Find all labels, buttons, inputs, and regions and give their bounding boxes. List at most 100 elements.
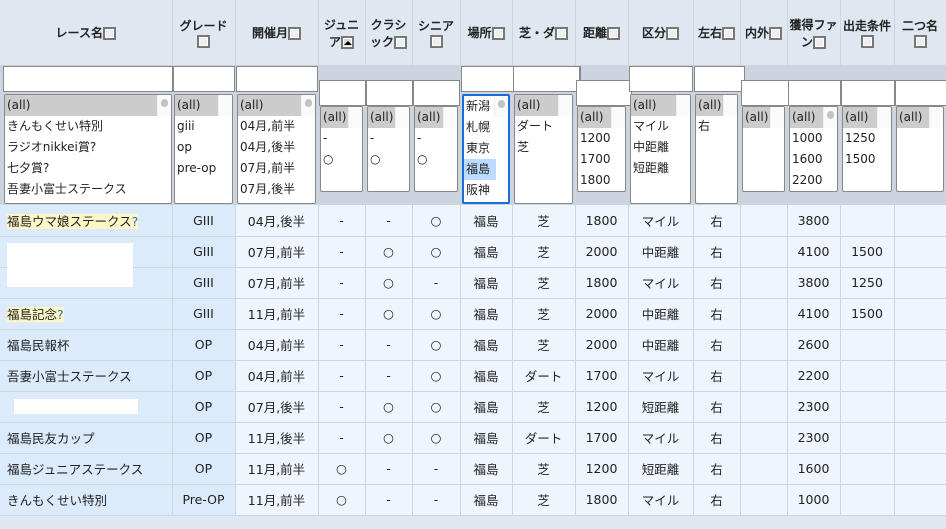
filter-option[interactable]: 新潟 [464,96,496,117]
sort-toggle-button[interactable] [429,35,443,48]
filter-option[interactable]: 1250 [843,128,877,149]
filter-text-input[interactable] [741,80,789,106]
filter-listbox[interactable]: (all) 1250 1500 [842,106,892,192]
filter-text-input[interactable] [236,66,318,92]
filter-option[interactable]: (all) [578,107,611,128]
scrollbar[interactable] [348,107,362,128]
filter-option[interactable]: (all) [515,95,558,116]
filter-option[interactable]: 04月,前半 [238,116,301,137]
scrollbar[interactable] [929,107,943,128]
filter-option[interactable]: pre-op [175,158,218,179]
sort-toggle-button[interactable] [394,35,407,49]
help-link[interactable]: ? [132,214,139,229]
filter-text-input[interactable] [319,80,366,106]
filter-listbox[interactable]: (all)1000160022002300 [789,106,838,192]
filter-option[interactable]: 七夕賞? [5,158,157,179]
scrollbar[interactable] [770,107,784,128]
filter-text-input[interactable] [788,80,841,106]
sort-toggle-button[interactable] [288,27,301,40]
filter-listbox[interactable]: (all) [896,106,944,192]
filter-option[interactable]: 札幌 [464,117,496,138]
filter-option[interactable]: 1200 [578,128,611,149]
scrollbar[interactable] [301,95,315,116]
filter-option[interactable]: 福島 [464,159,496,180]
scrollbar[interactable] [823,107,837,128]
sort-toggle-button[interactable] [102,27,116,40]
filter-listbox[interactable]: (all) きんもくせい特別 ラジオnikkei賞? 七夕賞? 吾妻小富士ステークス [4,94,172,204]
filter-text-input[interactable] [3,66,173,92]
filter-option[interactable]: 芝 [515,137,558,158]
filter-option[interactable]: (all) [843,107,877,128]
filter-text-input[interactable] [629,66,693,92]
filter-text-input[interactable] [694,66,745,92]
filter-option[interactable]: 1000 [790,128,823,149]
filter-option[interactable]: (all) [897,107,929,128]
filter-listbox[interactable]: (all) giii op pre-op [174,94,233,204]
filter-option[interactable]: 1800 [578,170,611,191]
filter-listbox[interactable]: (all) - ○ [414,106,458,192]
filter-option[interactable]: - [415,128,443,149]
scrollbar[interactable] [723,95,737,116]
filter-option[interactable]: 1500 [843,149,877,170]
filter-option[interactable]: 07月,後半 [238,179,301,200]
filter-option[interactable]: 東京 [464,138,496,159]
filter-option[interactable]: 04月,後半 [238,137,301,158]
filter-option[interactable]: - [368,128,395,149]
filter-text-input[interactable] [841,80,895,106]
filter-text-input[interactable] [173,66,235,92]
filter-listbox[interactable]: (all) 右 [695,94,738,204]
filter-option[interactable]: (all) [368,107,395,128]
filter-listbox[interactable]: (all) 04月,前半 04月,後半 07月,前半 07月,後半 [237,94,316,204]
filter-listbox[interactable]: (all) マイル 中距離 短距離 [630,94,691,204]
scrollbar[interactable] [676,95,690,116]
scrollbar[interactable] [494,96,508,117]
filter-listbox[interactable]: 新潟 札幌 東京 福島 阪神 [462,94,510,204]
filter-text-input[interactable] [895,80,946,106]
filter-option[interactable]: 阪神 [464,180,496,201]
sort-toggle-button[interactable] [666,27,679,40]
filter-option[interactable]: (all) [631,95,676,116]
scrollbar[interactable] [877,107,891,128]
sort-toggle-button[interactable] [813,35,826,49]
filter-option[interactable]: 1600 [790,149,823,170]
scrollbar[interactable] [558,95,572,116]
scrollbar[interactable] [218,95,232,116]
filter-option[interactable]: op [175,137,218,158]
filter-text-input[interactable] [576,80,632,106]
filter-option[interactable]: (all) [5,95,157,116]
sort-toggle-button[interactable] [913,35,927,48]
filter-option[interactable]: ダート [515,116,558,137]
filter-option[interactable]: - [321,128,348,149]
filter-listbox[interactable]: (all) - ○ [367,106,410,192]
scrollbar[interactable] [157,95,171,116]
filter-option[interactable]: 1700 [578,149,611,170]
scrollbar[interactable] [395,107,409,128]
help-link[interactable]: ? [57,307,64,322]
scrollbar[interactable] [611,107,625,128]
filter-option[interactable]: (all) [790,107,823,128]
sort-toggle-button[interactable] [555,27,568,40]
filter-option[interactable]: 2300 [790,191,823,192]
filter-option[interactable]: (all) [743,107,770,128]
filter-option[interactable]: 07月,前半 [238,158,301,179]
sort-toggle-button[interactable] [722,27,735,40]
filter-listbox[interactable]: (all) - ○ [320,106,363,192]
filter-option[interactable]: 吾妻小富士ステークス [5,179,157,200]
filter-option[interactable]: giii [175,116,218,137]
sort-toggle-button[interactable] [341,35,354,49]
scrollbar[interactable] [443,107,457,128]
filter-option[interactable]: マイル [631,116,676,137]
filter-listbox[interactable]: (all)1200170018002000 [577,106,626,192]
sort-toggle-button[interactable] [197,35,210,48]
filter-text-input[interactable] [413,80,460,106]
filter-option[interactable]: (all) [175,95,218,116]
sort-toggle-button[interactable] [769,27,782,40]
sort-toggle-button[interactable] [607,27,620,40]
filter-option[interactable]: ○ [415,149,443,170]
filter-option[interactable]: (all) [321,107,348,128]
filter-option[interactable]: 2000 [578,191,611,192]
sort-toggle-button[interactable] [860,35,874,48]
filter-option[interactable]: (all) [238,95,301,116]
filter-option[interactable]: (all) [696,95,723,116]
filter-option[interactable]: 2200 [790,170,823,191]
